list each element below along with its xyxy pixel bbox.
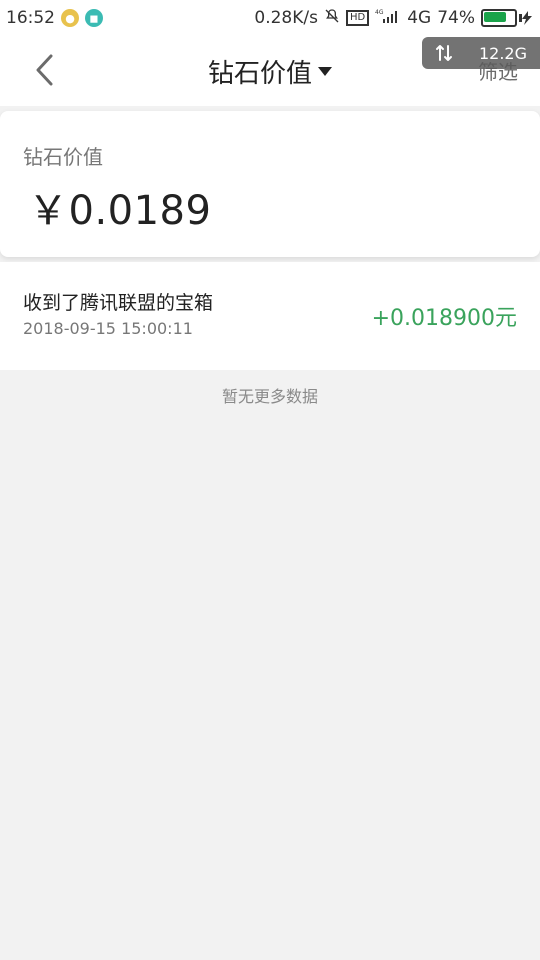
- data-arrows-icon: [435, 45, 452, 61]
- page-title[interactable]: 钻石价值: [208, 53, 312, 90]
- transaction-amount: +0.018900元: [371, 306, 517, 331]
- hd-icon: HD: [345, 10, 370, 26]
- status-left: 16:52 ● ◼: [0, 8, 103, 28]
- list-item[interactable]: 收到了腾讯联盟的宝箱 2018-09-15 15:00:11 +0.018900…: [0, 262, 540, 370]
- signal-icon: 4G: [375, 8, 401, 29]
- back-button[interactable]: [26, 52, 62, 88]
- no-more-data-text: 暂无更多数据: [221, 387, 318, 406]
- transaction-list: 收到了腾讯联盟的宝箱 2018-09-15 15:00:11 +0.018900…: [0, 262, 540, 370]
- network-type: 4G: [407, 8, 432, 28]
- chevron-left-icon: [36, 54, 53, 86]
- status-bar: 16:52 ● ◼ 0.28K/s HD 4G 4G 74%: [0, 0, 540, 36]
- status-time: 16:52: [6, 8, 55, 28]
- transaction-title: 收到了腾讯联盟的宝箱: [23, 292, 214, 314]
- battery-icon: [481, 9, 532, 27]
- data-usage-text: 12.2G: [478, 43, 527, 63]
- battery-body: [481, 9, 517, 27]
- notification-qr-icon: ◼: [85, 9, 103, 27]
- summary-label: 钻石价值: [23, 145, 103, 169]
- dropdown-caret-icon[interactable]: [318, 66, 332, 76]
- battery-fill: [484, 12, 507, 22]
- battery-percent: 74%: [437, 8, 475, 28]
- summary-card: 钻石价值 ￥0.0189: [0, 111, 540, 257]
- transaction-time: 2018-09-15 15:00:11: [23, 319, 193, 338]
- status-right: 0.28K/s HD 4G 4G 74%: [254, 8, 540, 29]
- summary-value: ￥0.0189: [28, 188, 212, 234]
- notification-app-icon: ●: [61, 9, 79, 27]
- network-speed: 0.28K/s: [254, 8, 318, 28]
- bell-off-icon: [324, 8, 340, 29]
- small-4g-text: 4G: [375, 9, 384, 16]
- charging-bolt-icon: [522, 11, 532, 25]
- data-usage-badge[interactable]: 12.2G: [422, 37, 540, 69]
